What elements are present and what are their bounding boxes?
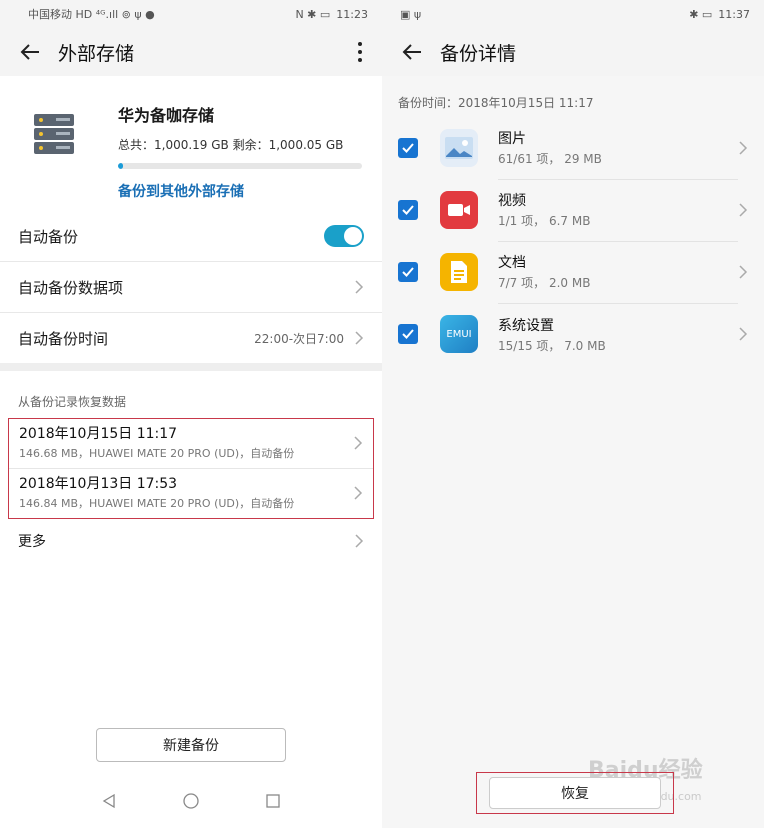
backup-record-item[interactable]: 2018年10月15日 11:17 146.68 MB，HUAWEI MATE …: [9, 419, 373, 468]
status-carrier: 中国移动 HD ⁴ᴳ.ıll ⊚ ψ ●: [28, 8, 155, 21]
backup-record-date: 2018年10月15日 11:17: [19, 426, 178, 442]
backup-record-detail: 146.84 MB，HUAWEI MATE 20 PRO (UD)，自动备份: [19, 497, 295, 510]
video-icon: [440, 191, 478, 229]
nav-home-icon[interactable]: [182, 792, 200, 810]
item-meta: 15/15 项， 7.0 MB: [498, 338, 606, 353]
status-time: 11:23: [336, 7, 368, 21]
storage-usage-bar: [118, 163, 362, 169]
storage-card: 华为备咖存储 总共：1,000.19 GB 剩余：1,000.05 GB 备份到…: [0, 76, 382, 211]
auto-backup-time-label: 自动备份时间: [18, 329, 109, 348]
back-arrow-icon[interactable]: [16, 38, 44, 66]
status-left-icons: ▣ ψ: [400, 7, 422, 21]
chevron-right-icon: [354, 435, 363, 450]
new-backup-button[interactable]: 新建备份: [96, 728, 286, 762]
page-title: 外部存储: [58, 42, 135, 65]
backup-records-highlight: 2018年10月15日 11:17 146.68 MB，HUAWEI MATE …: [8, 418, 374, 519]
auto-backup-items-label: 自动备份数据项: [18, 278, 124, 297]
chevron-right-icon: [739, 141, 748, 155]
backup-record-detail: 146.68 MB，HUAWEI MATE 20 PRO (UD)，自动备份: [19, 447, 295, 460]
nav-back-icon[interactable]: [100, 792, 118, 810]
status-icons: N ✱ ▭: [295, 7, 331, 21]
status-icons: ✱ ▭: [689, 7, 713, 21]
more-records-row[interactable]: 更多: [0, 519, 382, 563]
backup-item-system-settings[interactable]: EMUI 系统设置 15/15 项， 7.0 MB: [382, 303, 764, 365]
checkbox[interactable]: [398, 138, 418, 158]
checkbox[interactable]: [398, 324, 418, 344]
app-bar: 外部存储: [0, 28, 382, 76]
status-bar: ▣ ψ ✱ ▭ 11:37: [382, 0, 764, 28]
chevron-right-icon: [355, 534, 364, 548]
backup-item-videos[interactable]: 视频 1/1 项， 6.7 MB: [382, 179, 764, 242]
app-bar: 备份详情: [382, 28, 764, 76]
chevron-right-icon: [739, 265, 748, 279]
storage-capacity: 总共：1,000.19 GB 剩余：1,000.05 GB: [118, 138, 344, 152]
system-nav-bar: [0, 774, 382, 828]
emui-icon: EMUI: [440, 315, 478, 353]
restore-button-highlight: 恢复: [476, 772, 674, 814]
server-storage-icon: [32, 112, 92, 172]
item-name: 系统设置: [498, 317, 554, 334]
backup-item-photos[interactable]: 图片 61/61 项， 29 MB: [382, 117, 764, 180]
backup-to-other-storage-link[interactable]: 备份到其他外部存储: [118, 181, 364, 201]
backup-record-item[interactable]: 2018年10月13日 17:53 146.84 MB，HUAWEI MATE …: [9, 468, 373, 518]
auto-backup-label: 自动备份: [18, 227, 79, 246]
item-meta: 7/7 项， 2.0 MB: [498, 276, 591, 290]
external-storage-screen: 中国移动 HD ⁴ᴳ.ıll ⊚ ψ ● N ✱ ▭ 11:23 外部存储 华为…: [0, 0, 382, 828]
chevron-right-icon: [355, 331, 364, 345]
auto-backup-row: 自动备份: [0, 211, 382, 262]
back-arrow-icon[interactable]: [398, 38, 426, 66]
chevron-right-icon: [739, 327, 748, 341]
page-title: 备份详情: [440, 42, 517, 65]
backup-record-date: 2018年10月13日 17:53: [19, 476, 178, 492]
emui-text: EMUI: [446, 328, 472, 340]
backup-time: 备份时间：2018年10月15日 11:17: [398, 96, 594, 110]
backup-item-documents[interactable]: 文档 7/7 项， 2.0 MB: [382, 241, 764, 304]
restore-button[interactable]: 恢复: [489, 777, 661, 809]
status-time: 11:37: [718, 7, 750, 21]
section-divider: [0, 363, 382, 371]
auto-backup-time-value: 22:00-次日7:00: [254, 331, 344, 346]
auto-backup-toggle[interactable]: [324, 225, 364, 247]
document-icon: [440, 253, 478, 291]
auto-backup-items-row[interactable]: 自动备份数据项: [0, 262, 382, 313]
restore-section-title: 从备份记录恢复数据: [18, 395, 127, 409]
checkbox[interactable]: [398, 200, 418, 220]
storage-name: 华为备咖存储: [118, 106, 215, 125]
checkbox[interactable]: [398, 262, 418, 282]
item-name: 文档: [498, 255, 526, 271]
auto-backup-time-row[interactable]: 自动备份时间 22:00-次日7:00: [0, 313, 382, 363]
status-bar: 中国移动 HD ⁴ᴳ.ıll ⊚ ψ ● N ✱ ▭ 11:23: [0, 0, 382, 28]
more-options-icon[interactable]: [350, 38, 370, 66]
item-name: 图片: [498, 131, 526, 147]
item-meta: 1/1 项， 6.7 MB: [498, 214, 591, 228]
backup-details-screen: ▣ ψ ✱ ▭ 11:37 备份详情 备份时间：2018年10月15日 11:1…: [382, 0, 764, 828]
item-meta: 61/61 项， 29 MB: [498, 152, 602, 166]
more-label: 更多: [18, 534, 46, 550]
nav-recents-icon[interactable]: [264, 792, 282, 810]
chevron-right-icon: [739, 203, 748, 217]
gallery-icon: [440, 129, 478, 167]
chevron-right-icon: [354, 485, 363, 500]
storage-usage-fill: [118, 163, 123, 169]
chevron-right-icon: [355, 280, 364, 294]
item-name: 视频: [498, 193, 526, 209]
